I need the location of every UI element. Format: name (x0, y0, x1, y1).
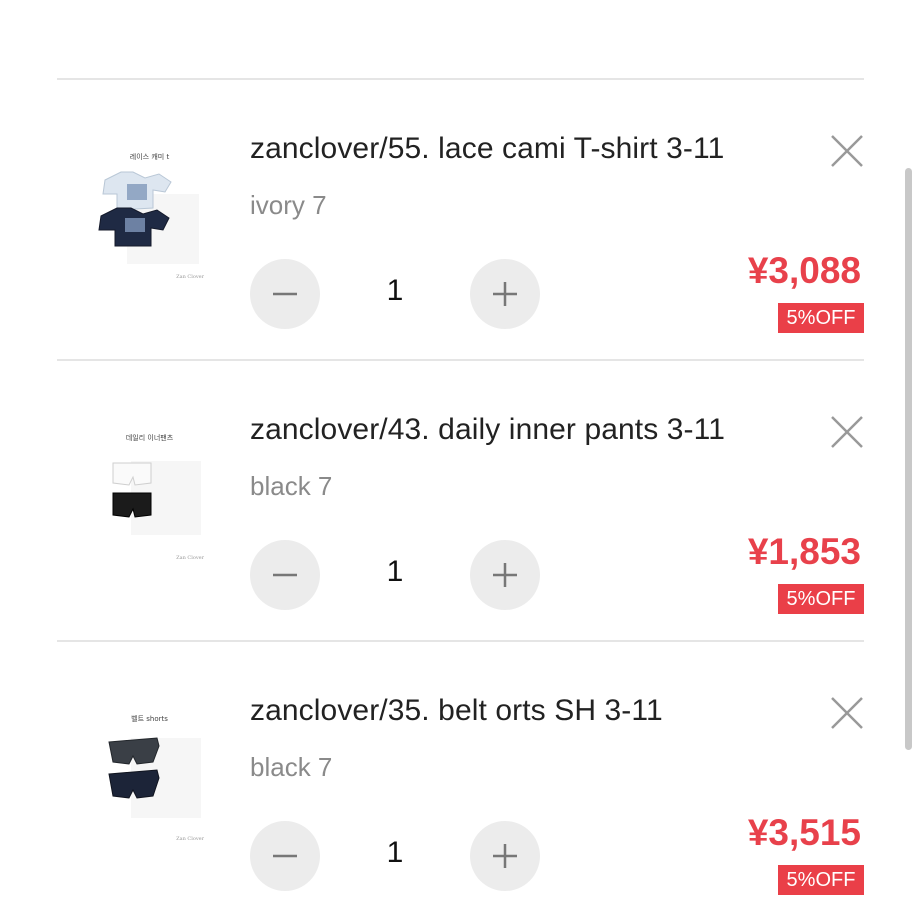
thumbnail-caption: 벨트 shorts (131, 715, 168, 723)
quantity-value: 1 (386, 274, 404, 307)
item-variant: ivory 7 (250, 190, 327, 220)
decrement-button[interactable] (250, 540, 320, 610)
close-icon (831, 135, 863, 167)
minus-icon (273, 292, 297, 296)
increment-button[interactable] (470, 259, 540, 329)
decrement-button[interactable] (250, 821, 320, 891)
item-variant: black 7 (250, 752, 333, 782)
thumbnail-caption: 데일리 이너팬츠 (125, 434, 174, 442)
increment-button[interactable] (470, 540, 540, 610)
item-price: ¥1,853 (747, 531, 861, 572)
plus-icon (493, 844, 517, 868)
thumbnail-caption: 레이스 캐미 t (129, 153, 170, 161)
cart-page: 레이스 캐미 t Zan Clover zanclover/55. lace c… (0, 0, 920, 920)
item-price: ¥3,515 (747, 812, 861, 853)
item-variant: black 7 (250, 471, 333, 501)
shorts-image (108, 737, 201, 818)
remove-item-button[interactable] (830, 696, 864, 730)
remove-item-button[interactable] (830, 134, 864, 168)
pants-image (112, 461, 201, 535)
product-thumbnail[interactable]: 벨트 shorts Zan Clover (87, 708, 212, 848)
close-icon (831, 416, 863, 448)
close-icon (831, 697, 863, 729)
discount-badge: 5%OFF (778, 303, 864, 333)
product-thumbnail[interactable]: 데일리 이너팬츠 Zan Clover (87, 427, 212, 567)
remove-item-button[interactable] (830, 415, 864, 449)
thumbnail-brand: Zan Clover (176, 274, 204, 280)
minus-icon (273, 854, 297, 858)
plus-icon (493, 563, 517, 587)
quantity-value: 1 (386, 836, 404, 869)
increment-button[interactable] (470, 821, 540, 891)
discount-badge: 5%OFF (778, 865, 864, 895)
cart-item: 레이스 캐미 t Zan Clover zanclover/55. lace c… (57, 80, 864, 361)
item-price: ¥3,088 (747, 250, 861, 291)
item-title[interactable]: zanclover/43. daily inner pants 3-11 (250, 413, 725, 447)
thumbnail-brand: Zan Clover (176, 555, 204, 561)
item-title[interactable]: zanclover/35. belt orts SH 3-11 (250, 694, 663, 728)
scrollbar[interactable] (905, 168, 912, 750)
plus-icon (493, 282, 517, 306)
cart-item: 벨트 shorts Zan Clover zanclover/35. belt … (57, 642, 864, 920)
item-title[interactable]: zanclover/55. lace cami T-shirt 3-11 (250, 132, 724, 166)
decrement-button[interactable] (250, 259, 320, 329)
cart-item: 데일리 이너팬츠 Zan Clover zanclover/43. daily … (57, 361, 864, 642)
thumbnail-brand: Zan Clover (176, 836, 204, 842)
minus-icon (273, 573, 297, 577)
product-thumbnail[interactable]: 레이스 캐미 t Zan Clover (87, 146, 212, 286)
discount-badge: 5%OFF (778, 584, 864, 614)
cart-list: 레이스 캐미 t Zan Clover zanclover/55. lace c… (0, 80, 920, 920)
tshirt-image (98, 171, 199, 264)
quantity-value: 1 (386, 555, 404, 588)
